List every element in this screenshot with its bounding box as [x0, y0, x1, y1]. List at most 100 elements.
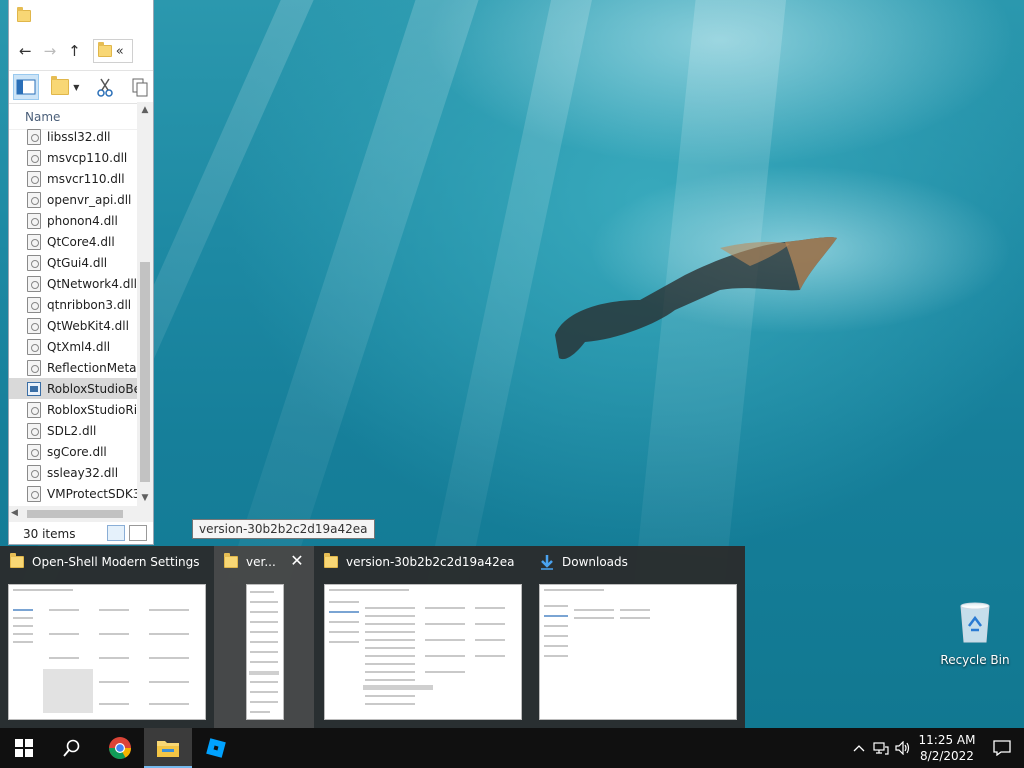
file-name: phonon4.dll [47, 213, 118, 228]
file-name: ssleay32.dll [47, 465, 119, 480]
horizontal-scrollbar[interactable]: ◀ [9, 506, 153, 522]
item-count: 30 items [23, 526, 76, 541]
list-item[interactable]: QtXml4.dll [9, 336, 137, 357]
folder-icon [324, 553, 338, 568]
file-name: QtGui4.dll [47, 255, 108, 270]
list-item[interactable]: qtnribbon3.dll [9, 294, 137, 315]
list-item[interactable]: ssleay32.dll [9, 462, 137, 483]
list-item-selected[interactable]: RobloxStudioBeta [9, 378, 137, 399]
dll-file-icon [27, 254, 41, 271]
forward-arrow-icon[interactable]: → [44, 42, 57, 60]
thumbnail-downloads[interactable]: Downloads [530, 546, 745, 728]
window-preview [324, 584, 522, 720]
scroll-left-arrow-icon[interactable]: ◀ [11, 508, 18, 518]
explorer-nav-bar: ← → ↑ « [9, 32, 153, 70]
thumbnail-open-shell-settings[interactable]: Open-Shell Modern Settings [0, 546, 214, 728]
dll-file-icon [27, 128, 41, 145]
roblox-studio-button[interactable] [192, 728, 240, 768]
list-item[interactable]: VMProtectSDK32 [9, 483, 137, 504]
file-name: QtCore4.dll [47, 234, 115, 249]
dll-file-icon [27, 170, 41, 187]
start-button[interactable] [0, 728, 48, 768]
dropdown-arrow-icon[interactable]: ▼ [73, 83, 79, 92]
list-item[interactable]: ReflectionMetada [9, 357, 137, 378]
vertical-scrollbar[interactable]: ▲ ▼ [137, 102, 153, 506]
breadcrumb-overflow-icon[interactable]: « [116, 44, 124, 59]
explorer-ribbon: ▼ [9, 70, 153, 104]
tooltip: version-30b2b2c2d19a42ea [192, 519, 375, 539]
notification-icon [993, 740, 1011, 756]
list-item[interactable]: libssl32.dll [9, 126, 137, 147]
windows-logo-icon [15, 739, 33, 757]
scroll-down-arrow-icon[interactable]: ▼ [137, 490, 153, 506]
exe-file-icon [27, 381, 41, 396]
explorer-title-bar[interactable] [9, 0, 153, 32]
file-name: VMProtectSDK32 [47, 486, 137, 501]
dll-file-icon [27, 464, 41, 481]
roblox-studio-icon [206, 738, 226, 758]
list-item[interactable]: QtNetwork4.dll [9, 273, 137, 294]
list-item[interactable]: phonon4.dll [9, 210, 137, 231]
file-list: libssl32.dll msvcp110.dll msvcr110.dll o… [9, 126, 137, 504]
thumbnail-version-folder-hovered[interactable]: ver... ✕ [214, 546, 314, 728]
thumbnail-version-folder[interactable]: version-30b2b2c2d19a42ea [314, 546, 530, 728]
file-name: RobloxStudioRibl [47, 402, 137, 417]
dll-file-icon [27, 149, 41, 166]
action-center-button[interactable] [980, 728, 1024, 768]
file-name: msvcp110.dll [47, 150, 128, 165]
file-name: QtNetwork4.dll [47, 276, 137, 291]
chrome-button[interactable] [96, 728, 144, 768]
scrollbar-thumb[interactable] [140, 262, 150, 482]
scroll-up-arrow-icon[interactable]: ▲ [137, 102, 153, 118]
up-arrow-icon[interactable]: ↑ [68, 42, 81, 60]
file-explorer-button[interactable] [144, 728, 192, 768]
list-item[interactable]: QtGui4.dll [9, 252, 137, 273]
new-folder-button[interactable]: ▼ [49, 74, 82, 100]
system-tray: 11:25 AM 8/2/2022 [848, 728, 1024, 768]
back-arrow-icon[interactable]: ← [19, 42, 32, 60]
list-item[interactable]: SDL2.dll [9, 420, 137, 441]
dll-file-icon [27, 422, 41, 439]
file-name: ReflectionMetada [47, 360, 137, 375]
file-explorer-icon [157, 741, 179, 757]
list-item[interactable]: openvr_api.dll [9, 189, 137, 210]
scissors-icon [96, 78, 113, 97]
scrollbar-thumb[interactable] [27, 510, 123, 518]
column-header-label: Name [25, 109, 61, 124]
navigation-pane-button[interactable] [13, 74, 39, 100]
list-item[interactable]: msvcr110.dll [9, 168, 137, 189]
list-item[interactable]: RobloxStudioRibl [9, 399, 137, 420]
list-item[interactable]: sgCore.dll [9, 441, 137, 462]
clock-date: 8/2/2022 [920, 749, 974, 763]
file-name: RobloxStudioBeta [47, 381, 137, 396]
clock[interactable]: 11:25 AM 8/2/2022 [914, 732, 980, 764]
close-icon[interactable]: ✕ [288, 552, 306, 570]
file-name: sgCore.dll [47, 444, 107, 459]
dll-file-icon [27, 275, 41, 292]
list-item[interactable]: QtCore4.dll [9, 231, 137, 252]
folder-icon [10, 553, 24, 568]
dll-file-icon [27, 233, 41, 250]
details-view-icon[interactable] [107, 525, 125, 541]
dll-file-icon [27, 401, 41, 418]
list-item[interactable]: msvcp110.dll [9, 147, 137, 168]
recycle-bin-label: Recycle Bin [940, 653, 1010, 667]
list-item[interactable]: QtWebKit4.dll [9, 315, 137, 336]
recycle-bin[interactable]: Recycle Bin [940, 600, 1010, 667]
new-folder-icon [51, 76, 70, 95]
cut-button[interactable] [92, 74, 118, 100]
chevron-up-icon[interactable] [848, 728, 870, 768]
dll-file-icon [27, 296, 41, 313]
address-bar[interactable]: « [92, 39, 133, 63]
network-icon[interactable] [870, 728, 892, 768]
window-preview [539, 584, 737, 720]
explorer-window[interactable]: ← → ↑ « ▼ Name libssl32.dll msvcp110.dll… [8, 0, 154, 545]
copy-button[interactable] [127, 74, 153, 100]
volume-icon[interactable] [892, 728, 914, 768]
window-preview [246, 584, 284, 720]
navigation-pane-icon [16, 79, 36, 95]
large-icons-view-icon[interactable] [129, 525, 147, 541]
search-button[interactable] [48, 728, 96, 768]
file-name: msvcr110.dll [47, 171, 125, 186]
clock-time: 11:25 AM [918, 733, 976, 747]
